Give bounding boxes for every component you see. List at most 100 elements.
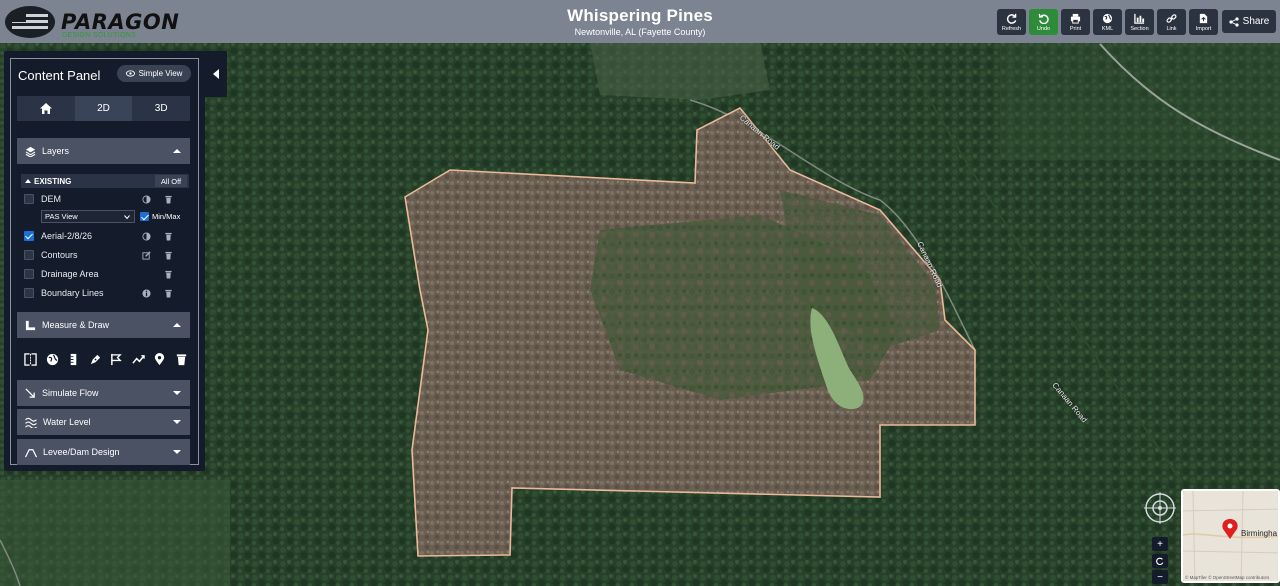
simulate-flow-section-header[interactable]: Simulate Flow (17, 380, 190, 406)
minmax-toggle[interactable]: Min/Max (140, 212, 180, 221)
existing-label: EXISTING (34, 176, 72, 186)
existing-group-header[interactable]: EXISTING All Off (21, 174, 189, 188)
all-off-button[interactable]: All Off (155, 175, 187, 187)
info-icon[interactable] (142, 289, 151, 298)
edit-icon[interactable] (142, 251, 151, 260)
layer-checkbox-aerial[interactable] (24, 231, 34, 241)
link-icon (1166, 13, 1177, 23)
reset-view-button[interactable] (1152, 554, 1168, 568)
chevron-down-icon (173, 391, 181, 395)
section-button[interactable]: Section (1125, 9, 1154, 35)
layer-checkbox-contours[interactable] (24, 250, 34, 260)
layers-section-label: Layers (42, 146, 70, 156)
flag-icon[interactable] (110, 353, 123, 366)
print-button[interactable]: Print (1061, 9, 1090, 35)
layer-label-dem: DEM (41, 194, 61, 204)
undo-button[interactable]: Undo (1029, 9, 1058, 35)
kml-button[interactable]: KML (1093, 9, 1122, 35)
compass-icon[interactable] (1144, 492, 1176, 524)
trash-icon[interactable] (164, 270, 173, 279)
reset-icon (1156, 557, 1164, 565)
dam-icon (25, 448, 37, 457)
contrast-icon[interactable] (142, 195, 151, 204)
measure-draw-label: Measure & Draw (42, 320, 110, 330)
layers-section-header[interactable]: Layers (17, 138, 190, 164)
layer-row-drainage-area: Drainage Area (24, 266, 190, 282)
measure-tools (21, 349, 191, 369)
link-label: Link (1166, 25, 1177, 32)
project-title: Whispering Pines (567, 6, 713, 25)
globe-icon[interactable] (46, 353, 59, 366)
dem-view-select[interactable]: PAS View (41, 210, 135, 223)
trash-icon[interactable] (175, 353, 188, 366)
trash-icon[interactable] (164, 232, 173, 241)
measure-draw-section-header[interactable]: Measure & Draw (17, 312, 190, 338)
levee-dam-label: Levee/Dam Design (43, 447, 120, 457)
caret-up-icon (25, 179, 31, 183)
layer-checkbox-drainage-area[interactable] (24, 269, 34, 279)
caret-left-icon (213, 69, 219, 79)
trash-icon[interactable] (164, 289, 173, 298)
pen-icon[interactable] (89, 353, 102, 366)
file-icon (1199, 13, 1208, 23)
top-header: PARAGON DESIGN SOLUTIONS Whispering Pine… (0, 0, 1280, 43)
undo-icon (1038, 13, 1049, 24)
pin-icon[interactable] (153, 352, 166, 366)
content-panel-frame: Content Panel Simple View 2D 3D Layers E… (10, 58, 199, 465)
trash-icon[interactable] (164, 251, 173, 260)
layer-label-contours: Contours (41, 250, 78, 260)
logo-text: PARAGON (61, 10, 180, 34)
levee-dam-section-header[interactable]: Levee/Dam Design (17, 439, 190, 465)
share-label: Share (1242, 16, 1270, 27)
chevron-down-icon (124, 215, 130, 220)
map-attribution: © MapTiler © OpenStreetMap contributors (1185, 575, 1270, 580)
dem-view-select-value: PAS View (45, 212, 78, 221)
simple-view-label: Simple View (138, 69, 183, 78)
overview-minimap[interactable]: Birmingha © MapTiler © OpenStreetMap con… (1181, 489, 1280, 583)
arrow-down-right-icon (25, 387, 35, 398)
chevron-down-icon (173, 420, 181, 424)
tab-2d[interactable]: 2D (74, 96, 133, 121)
refresh-button[interactable]: Refresh (997, 9, 1026, 35)
tab-3d[interactable]: 3D (132, 96, 191, 121)
chevron-up-icon (173, 149, 181, 153)
content-panel: Content Panel Simple View 2D 3D Layers E… (4, 51, 205, 471)
trend-icon[interactable] (132, 353, 145, 366)
zoom-in-button[interactable]: + (1152, 537, 1168, 551)
paragon-logo: PARAGON DESIGN SOLUTIONS (4, 2, 179, 42)
flag-logo-icon (5, 6, 55, 38)
simple-view-button[interactable]: Simple View (117, 65, 191, 82)
globe-icon (1102, 13, 1113, 23)
layer-checkbox-boundary-lines[interactable] (24, 288, 34, 298)
layer-checkbox-dem[interactable] (24, 194, 34, 204)
minmax-checkbox[interactable] (140, 212, 149, 221)
import-button[interactable]: Import (1189, 9, 1218, 35)
layer-label-drainage-area: Drainage Area (41, 269, 99, 279)
share-button[interactable]: Share (1222, 10, 1276, 33)
chart-icon (1134, 13, 1145, 24)
split-icon[interactable] (24, 352, 37, 366)
tab-home[interactable] (17, 96, 75, 121)
zoom-out-button[interactable]: − (1152, 570, 1168, 584)
print-label: Print (1069, 25, 1082, 32)
collapse-panel-button[interactable] (205, 51, 227, 97)
kml-label: KML (1101, 25, 1114, 32)
home-icon (39, 103, 52, 114)
water-icon (25, 417, 37, 428)
refresh-icon (1006, 13, 1017, 24)
water-level-section-header[interactable]: Water Level (17, 409, 190, 435)
minimap-city-label: Birmingha (1241, 529, 1278, 538)
undo-label: Undo (1036, 25, 1051, 32)
layer-row-contours: Contours (24, 247, 190, 263)
layer-label-aerial: Aerial-2/8/26 (41, 231, 93, 241)
contrast-icon[interactable] (142, 232, 151, 241)
project-title-block: Whispering Pines Newtonville, AL (Fayett… (440, 6, 840, 37)
eye-icon (125, 70, 135, 77)
ruler-icon[interactable] (67, 353, 80, 366)
water-level-label: Water Level (43, 417, 91, 427)
link-button[interactable]: Link (1157, 9, 1186, 35)
layer-row-aerial: Aerial-2/8/26 (24, 228, 190, 244)
trash-icon[interactable] (164, 195, 173, 204)
layers-icon (25, 146, 36, 157)
chevron-down-icon (173, 450, 181, 454)
